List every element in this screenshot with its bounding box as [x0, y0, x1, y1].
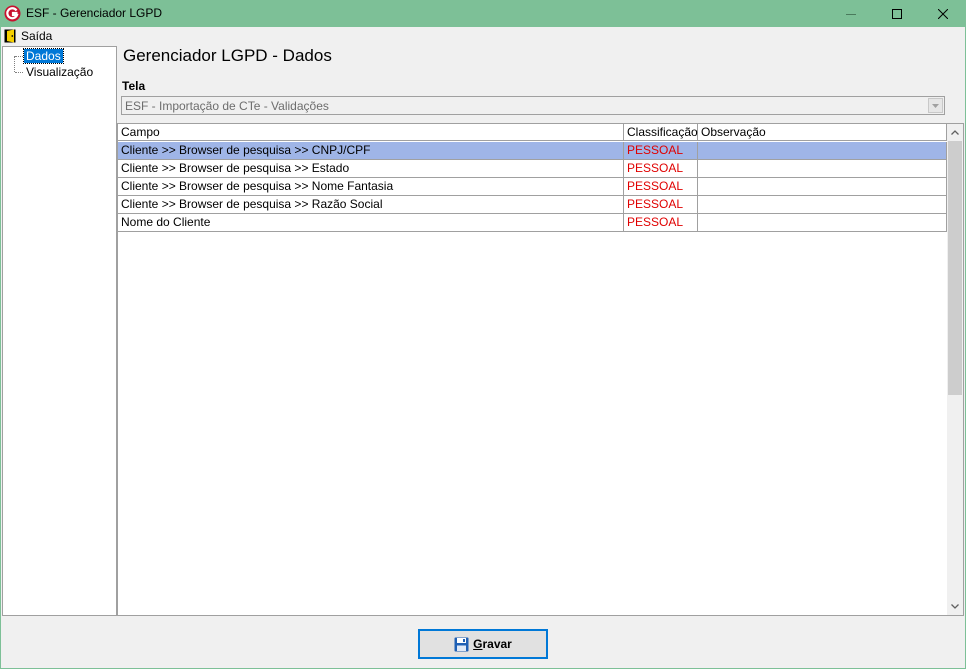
cell-classificacao[interactable]: PESSOAL	[624, 178, 698, 195]
door-exit-icon	[4, 29, 16, 43]
tela-select-dropdown-button[interactable]	[928, 98, 943, 113]
tela-select-value: ESF - Importação de CTe - Validações	[125, 99, 329, 113]
cell-classificacao[interactable]: PESSOAL	[624, 160, 698, 177]
tree-connector	[15, 72, 23, 73]
column-header-observacao[interactable]: Observação	[698, 124, 947, 141]
grid-vertical-scrollbar[interactable]	[947, 124, 963, 615]
tree-item-visualizacao[interactable]: Visualização	[24, 65, 95, 79]
tree-item-dados[interactable]: Dados	[23, 48, 64, 64]
maximize-button[interactable]	[874, 0, 920, 27]
save-label-rest: ravar	[482, 637, 512, 651]
menu-item-exit[interactable]: Saída	[2, 27, 56, 45]
scroll-thumb[interactable]	[948, 141, 962, 395]
navigation-tree[interactable]: Dados Visualização	[2, 46, 117, 616]
maximize-icon	[892, 8, 902, 19]
window-client-area: Saída Dados Visualização Gerenciador LGP…	[1, 27, 965, 668]
table-row[interactable]: Cliente >> Browser de pesquisa >> CNPJ/C…	[118, 142, 947, 160]
chevron-down-icon	[951, 604, 959, 609]
cell-observacao[interactable]	[698, 160, 947, 177]
cell-campo[interactable]: Cliente >> Browser de pesquisa >> Razão …	[118, 196, 624, 213]
fields-grid[interactable]: Campo Classificação Observação Cliente >…	[117, 123, 964, 616]
cell-campo[interactable]: Cliente >> Browser de pesquisa >> Nome F…	[118, 178, 624, 195]
title-bar[interactable]: ESF - Gerenciador LGPD	[0, 0, 966, 27]
cell-classificacao[interactable]: PESSOAL	[624, 142, 698, 159]
floppy-disk-icon	[454, 637, 469, 651]
column-header-classificacao[interactable]: Classificação	[624, 124, 698, 141]
cell-campo[interactable]: Cliente >> Browser de pesquisa >> CNPJ/C…	[118, 142, 624, 159]
scroll-up-button[interactable]	[947, 124, 963, 141]
cell-classificacao[interactable]: PESSOAL	[624, 196, 698, 213]
chevron-up-icon	[951, 130, 959, 135]
menu-bar: Saída	[1, 27, 965, 45]
minimize-icon	[846, 13, 856, 15]
table-row[interactable]: Cliente >> Browser de pesquisa >> Estado…	[118, 160, 947, 178]
tree-connector	[15, 56, 23, 57]
cell-campo[interactable]: Nome do Cliente	[118, 214, 624, 231]
grid-header: Campo Classificação Observação	[118, 124, 947, 141]
chevron-down-icon	[932, 103, 939, 108]
table-row[interactable]: Nome do Cliente PESSOAL	[118, 214, 947, 232]
cell-observacao[interactable]	[698, 178, 947, 195]
cell-classificacao[interactable]: PESSOAL	[624, 214, 698, 231]
menu-exit-label: Saída	[21, 29, 53, 43]
tela-label: Tela	[122, 79, 146, 93]
minimize-button[interactable]	[828, 0, 874, 27]
save-button-label: Gravar	[473, 637, 512, 651]
table-row[interactable]: Cliente >> Browser de pesquisa >> Razão …	[118, 196, 947, 214]
table-row[interactable]: Cliente >> Browser de pesquisa >> Nome F…	[118, 178, 947, 196]
esf-logo-icon	[4, 5, 21, 22]
close-icon	[938, 8, 948, 19]
tree-connector	[14, 56, 15, 72]
scroll-down-button[interactable]	[947, 598, 963, 615]
page-title: Gerenciador LGPD - Dados	[123, 46, 332, 65]
cell-observacao[interactable]	[698, 214, 947, 231]
cell-campo[interactable]: Cliente >> Browser de pesquisa >> Estado	[118, 160, 624, 177]
column-header-campo[interactable]: Campo	[118, 124, 624, 141]
cell-observacao[interactable]	[698, 196, 947, 213]
close-button[interactable]	[920, 0, 966, 27]
cell-observacao[interactable]	[698, 142, 947, 159]
tela-select[interactable]: ESF - Importação de CTe - Validações	[121, 96, 945, 115]
window-title: ESF - Gerenciador LGPD	[26, 6, 163, 20]
save-button[interactable]: Gravar	[418, 629, 548, 659]
